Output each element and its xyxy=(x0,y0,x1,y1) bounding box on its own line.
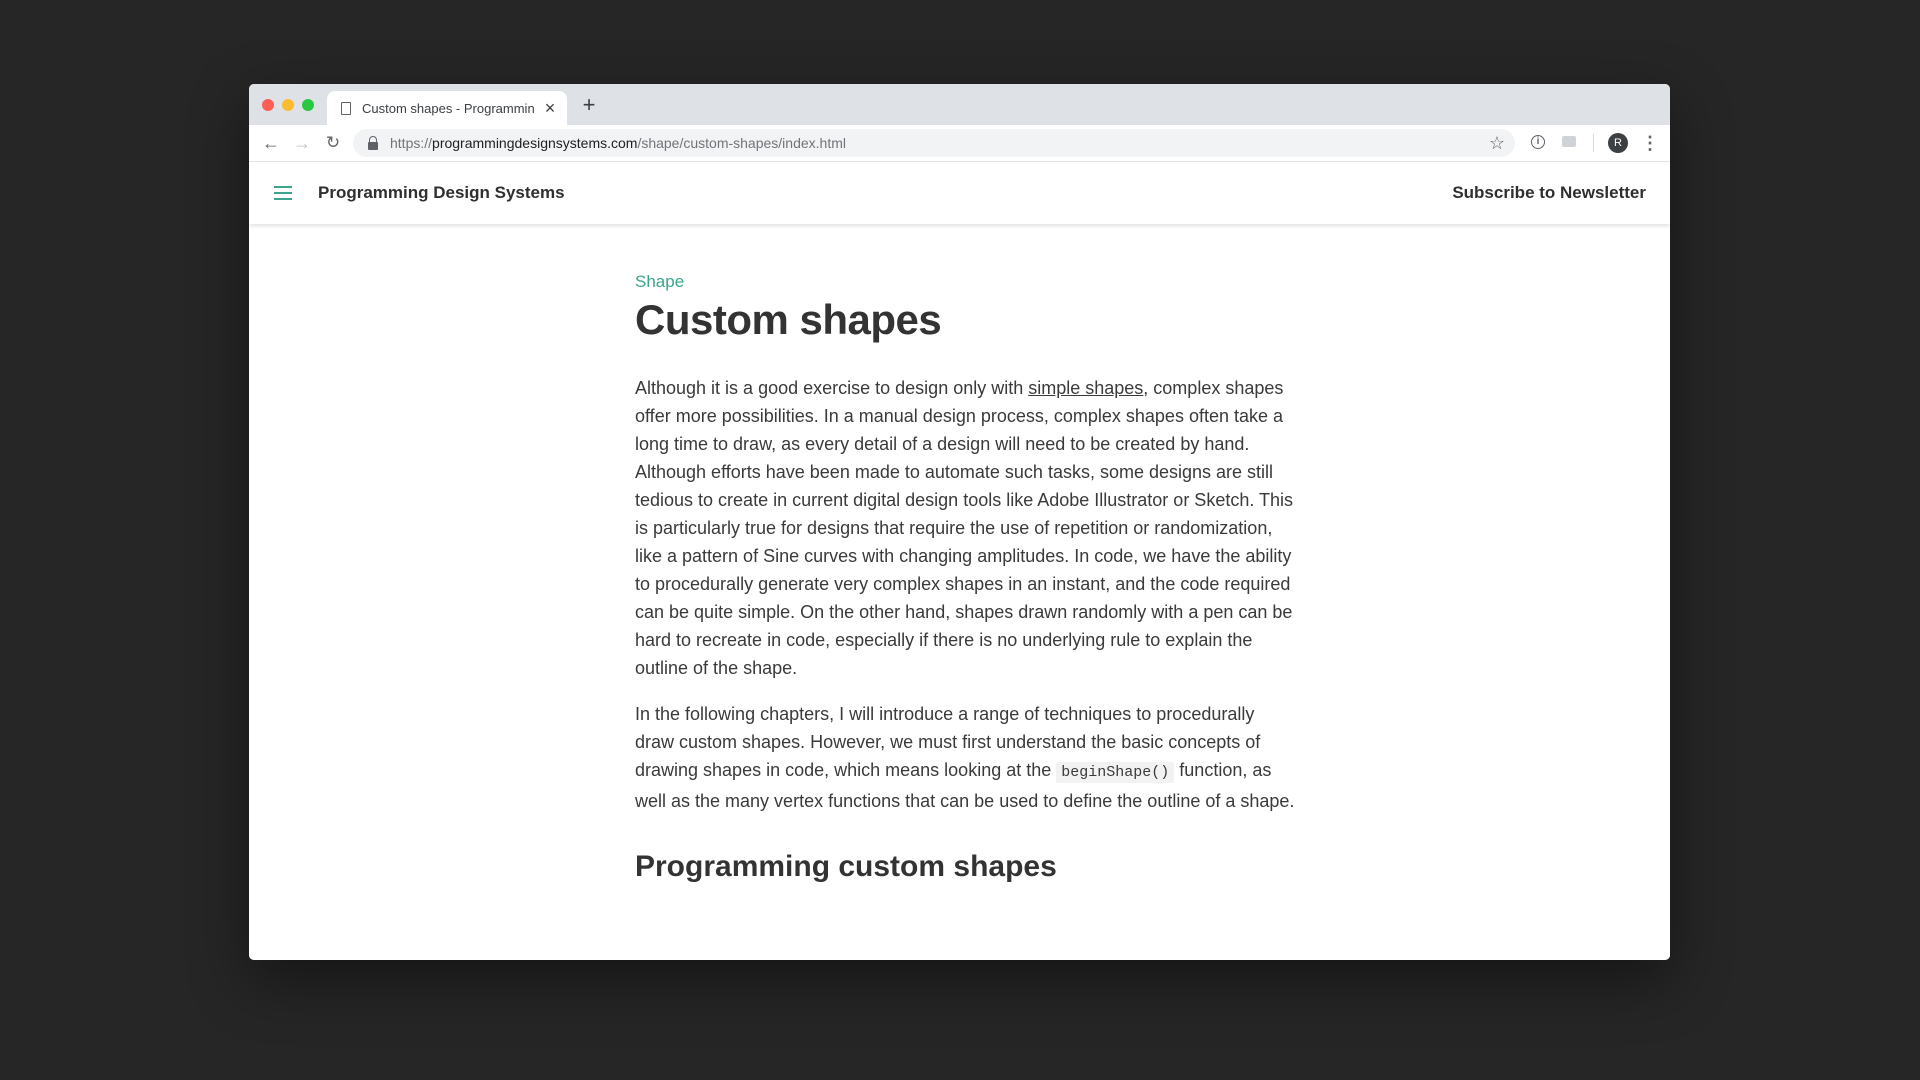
address-bar[interactable]: https://programmingdesignsystems.com/sha… xyxy=(353,129,1515,157)
browser-toolbar: ← → ↻ https://programmingdesignsystems.c… xyxy=(249,125,1670,162)
hamburger-menu-icon[interactable] xyxy=(274,186,292,200)
paragraph-text: Although it is a good exercise to design… xyxy=(635,378,1029,398)
browser-tab[interactable]: Custom shapes - Programming Design Syste… xyxy=(327,91,567,125)
site-title-link[interactable]: Programming Design Systems xyxy=(318,183,565,203)
browser-menu-icon[interactable]: ⋮ xyxy=(1641,131,1659,155)
simple-shapes-link[interactable]: simple shapes xyxy=(1028,378,1143,398)
article-content: Shape Custom shapes Although it is a goo… xyxy=(635,272,1295,901)
document-icon xyxy=(341,101,351,115)
section-link[interactable]: Shape xyxy=(635,272,1295,292)
page-title: Custom shapes xyxy=(635,296,942,343)
browser-window: Custom shapes - Programming Design Syste… xyxy=(249,84,1670,960)
tab-strip: Custom shapes - Programming Design Syste… xyxy=(249,84,1670,125)
forward-arrow-icon[interactable]: → xyxy=(290,131,314,155)
tab-title: Custom shapes - Programming Design Syste… xyxy=(362,100,534,116)
toolbar-divider xyxy=(1593,134,1594,152)
close-window-button[interactable] xyxy=(262,99,274,111)
maximize-window-button[interactable] xyxy=(302,99,314,111)
minimize-window-button[interactable] xyxy=(282,99,294,111)
url-scheme: https:// xyxy=(390,135,433,151)
reload-icon[interactable]: ↻ xyxy=(321,131,345,155)
info-extension-icon[interactable]: i xyxy=(1531,135,1545,149)
paragraph-text: , complex shapes offer more possibilitie… xyxy=(635,378,1294,678)
tab-close-icon[interactable]: × xyxy=(541,99,559,117)
url-host: programmingdesignsystems.com xyxy=(432,135,638,151)
new-tab-button[interactable]: + xyxy=(577,93,601,117)
back-arrow-icon[interactable]: ← xyxy=(259,131,283,155)
page-viewport: Programming Design Systems Subscribe to … xyxy=(249,162,1670,960)
site-header: Programming Design Systems Subscribe to … xyxy=(249,162,1670,224)
url-text[interactable]: https://programmingdesignsystems.com/sha… xyxy=(390,135,846,151)
subscribe-newsletter-link[interactable]: Subscribe to Newsletter xyxy=(1452,183,1646,203)
profile-avatar[interactable]: R xyxy=(1608,133,1628,153)
cast-extension-icon[interactable] xyxy=(1562,136,1576,147)
section-heading: Programming custom shapes xyxy=(635,850,1057,883)
inline-code: beginShape() xyxy=(1056,762,1175,783)
bookmark-star-icon[interactable]: ☆ xyxy=(1489,132,1505,154)
article-paragraph-1: Although it is a good exercise to design… xyxy=(635,374,1295,682)
article-paragraph-2: In the following chapters, I will introd… xyxy=(635,700,1295,815)
url-path: /shape/custom-shapes/index.html xyxy=(637,135,846,151)
lock-icon[interactable] xyxy=(368,136,378,150)
